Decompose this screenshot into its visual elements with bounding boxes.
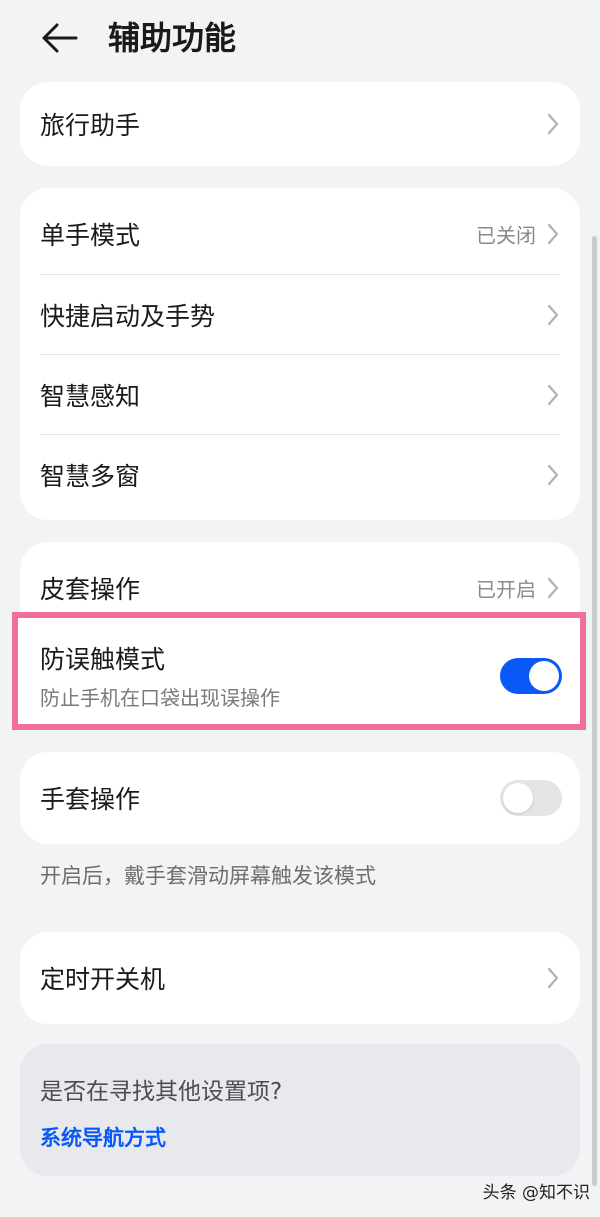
one-hand-mode-row[interactable]: 单手模式 已关闭 <box>20 194 580 274</box>
row-label: 皮套操作 <box>40 575 141 604</box>
chevron-right-icon <box>547 384 559 406</box>
status-value: 已关闭 <box>476 223 536 248</box>
page-title: 辅助功能 <box>108 19 237 57</box>
row-label: 智慧感知 <box>40 382 141 411</box>
row-label: 手套操作 <box>40 785 141 814</box>
row-description: 防止手机在口袋出现误操作 <box>40 686 280 710</box>
arrow-left-icon[interactable] <box>40 20 80 56</box>
chevron-right-icon <box>547 304 559 326</box>
smart-sensing-row[interactable]: 智慧感知 <box>20 355 580 435</box>
row-label: 旅行助手 <box>40 111 141 140</box>
scrollbar[interactable] <box>592 236 597 1186</box>
mistouch-toggle[interactable] <box>500 658 562 694</box>
shortcuts-gestures-row[interactable]: 快捷启动及手势 <box>20 275 580 355</box>
row-label: 单手模式 <box>40 221 141 250</box>
title-bar: 辅助功能 <box>0 0 600 80</box>
chevron-right-icon <box>547 577 559 599</box>
gloves-operation-row[interactable]: 手套操作 <box>20 758 580 838</box>
status-value: 已开启 <box>476 577 536 602</box>
scheduled-power-row[interactable]: 定时开关机 <box>20 938 580 1018</box>
mistouch-mode-row[interactable]: 防误触模式 防止手机在口袋出现误操作 <box>18 618 580 724</box>
row-label: 快捷启动及手势 <box>40 302 216 331</box>
gloves-toggle[interactable] <box>500 780 562 816</box>
timer-card: 定时开关机 <box>20 932 580 1024</box>
smart-multiwindow-row[interactable]: 智慧多窗 <box>20 435 580 515</box>
gestures-card: 单手模式 已关闭 快捷启动及手势 智慧感知 智慧多窗 <box>20 188 580 520</box>
highlight-frame: 防误触模式 防止手机在口袋出现误操作 <box>12 612 586 730</box>
gloves-note: 开启后，戴手套滑动屏幕触发该模式 <box>40 864 376 888</box>
chevron-right-icon <box>547 223 559 245</box>
watermark: 头条 @知不识 <box>482 1183 590 1203</box>
chevron-right-icon <box>547 464 559 486</box>
chevron-right-icon <box>547 113 559 135</box>
row-label: 智慧多窗 <box>40 462 141 491</box>
system-navigation-link[interactable]: 系统导航方式 <box>40 1122 166 1152</box>
travel-assistant-row[interactable]: 旅行助手 <box>20 82 580 166</box>
travel-card: 旅行助手 <box>20 82 580 166</box>
suggestion-card: 是否在寻找其他设置项? 系统导航方式 <box>20 1044 580 1176</box>
row-label: 定时开关机 <box>40 965 166 994</box>
toggle-knob <box>529 661 559 691</box>
gloves-card: 手套操作 <box>20 752 580 844</box>
chevron-right-icon <box>547 967 559 989</box>
suggestion-title: 是否在寻找其他设置项? <box>40 1079 283 1105</box>
toggle-knob <box>503 783 533 813</box>
row-label: 防误触模式 <box>40 645 166 674</box>
